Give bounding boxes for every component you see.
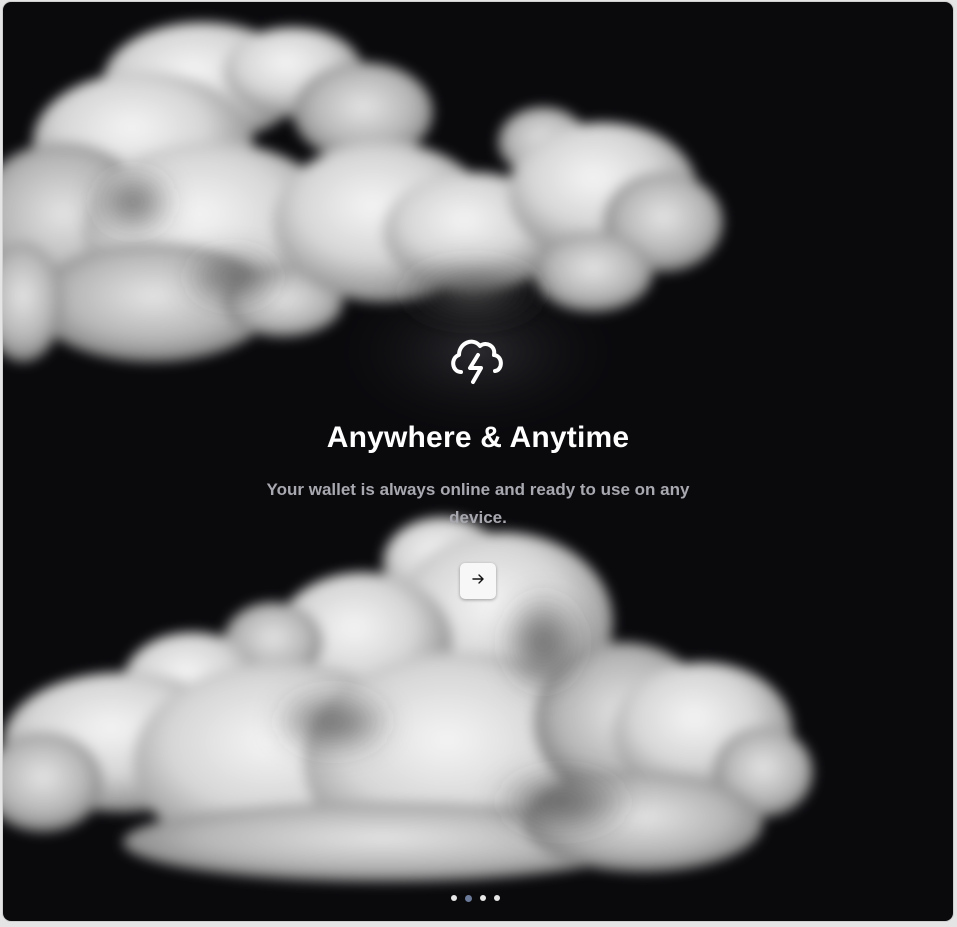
pagination-dot[interactable] <box>480 895 486 901</box>
next-button[interactable] <box>460 563 496 599</box>
arrow-right-icon <box>471 572 485 591</box>
cloud-lightning-icon <box>445 330 507 392</box>
pagination-dots <box>451 894 500 902</box>
slide-subtitle: Your wallet is always online and ready t… <box>266 480 690 527</box>
onboarding-panel: Anywhere & Anytime Your wallet is always… <box>3 2 953 921</box>
pagination-dot[interactable] <box>451 895 457 901</box>
slide-title: Anywhere & Anytime <box>326 421 630 454</box>
pagination-dot-active[interactable] <box>465 894 472 902</box>
pagination-dot[interactable] <box>494 895 500 901</box>
slide-content: Anywhere & Anytime Your wallet is always… <box>3 2 953 921</box>
